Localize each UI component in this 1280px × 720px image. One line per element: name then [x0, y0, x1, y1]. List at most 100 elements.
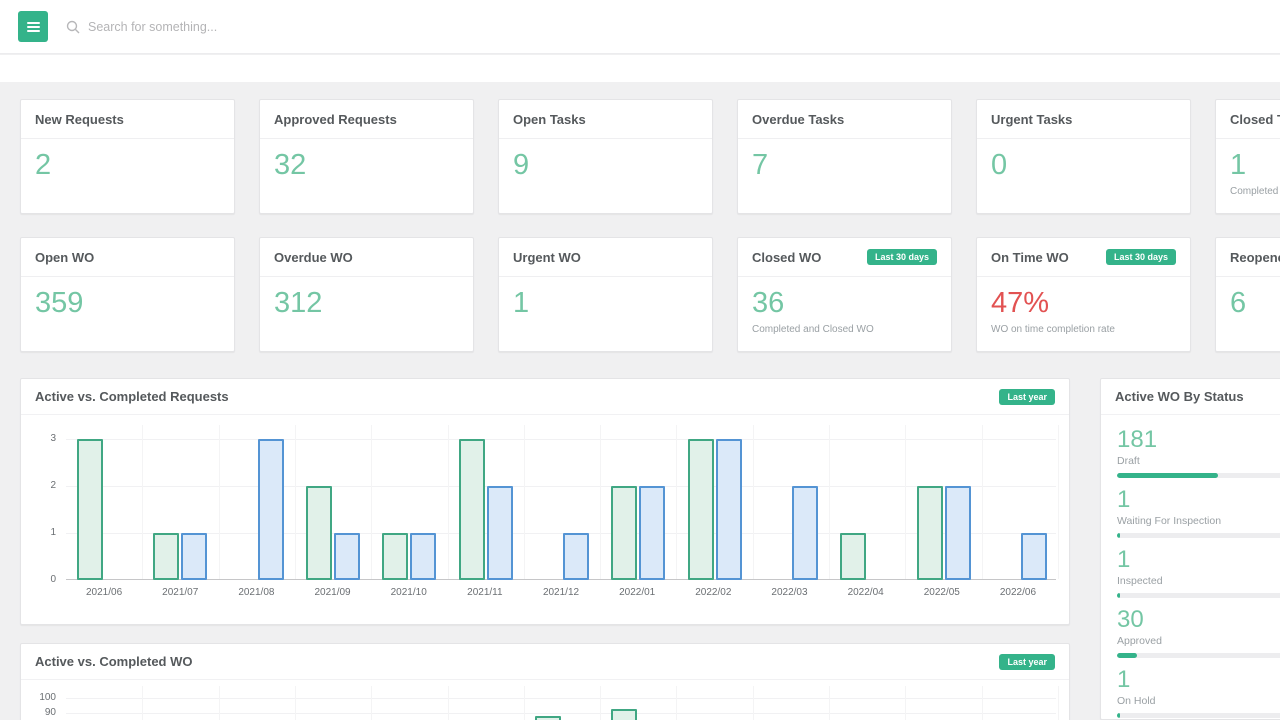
stat-card-header: Approved Requests [260, 100, 473, 139]
gridline-vertical [219, 686, 220, 720]
stat-card-closed-tasks[interactable]: Closed Tasks1Completed and Closed Tasks [1215, 99, 1280, 214]
stat-card-title: Reopened WO [1230, 250, 1280, 265]
status-item-value: 1 [1117, 487, 1280, 513]
stat-card-value: 312 [260, 277, 473, 318]
stat-card-value: 36 [738, 277, 951, 318]
stat-card-header: Urgent WO [499, 238, 712, 277]
chart-bar-green [77, 439, 103, 580]
chart-bar-green [306, 486, 332, 580]
y-axis-tick: 1 [24, 527, 56, 538]
stat-card-title: New Requests [35, 112, 124, 127]
stat-card-header: Open Tasks [499, 100, 712, 139]
menu-button[interactable] [18, 11, 48, 42]
x-axis-label: 2022/03 [751, 587, 827, 598]
chart-bar-blue [945, 486, 971, 580]
status-item-on-hold: 1On Hold [1117, 667, 1280, 720]
stat-card-title: Closed WO [752, 250, 821, 265]
gridline-horizontal [66, 486, 1056, 487]
search-box [66, 20, 1262, 34]
status-item-progress-track [1117, 653, 1280, 658]
x-axis-label: 2021/08 [218, 587, 294, 598]
stat-card-urgent-wo[interactable]: Urgent WO1 [498, 237, 713, 352]
status-item-draft: 181Draft [1117, 427, 1280, 487]
stat-card-header: Overdue Tasks [738, 100, 951, 139]
y-axis-tick: 90 [24, 707, 56, 718]
subbar [0, 55, 1280, 82]
gridline-vertical [1058, 686, 1059, 720]
status-item-value: 181 [1117, 427, 1280, 453]
chart-bar-blue [258, 439, 284, 580]
chart-bar-blue [334, 533, 360, 580]
gridline-vertical [753, 686, 754, 720]
x-axis-label: 2022/05 [904, 587, 980, 598]
stat-card-new-requests[interactable]: New Requests2 [20, 99, 235, 214]
stat-card-header: Urgent Tasks [977, 100, 1190, 139]
y-axis-tick: 100 [24, 692, 56, 703]
requests-chart-badge: Last year [999, 389, 1055, 405]
stat-card-badge: Last 30 days [1106, 249, 1176, 265]
chart-bar-blue [487, 486, 513, 580]
requests-chart-title: Active vs. Completed Requests [35, 389, 229, 404]
chart-bar-blue [1021, 533, 1047, 580]
status-item-label: Inspected [1117, 575, 1280, 587]
gridline-vertical [1058, 425, 1059, 579]
chart-bar-blue [639, 486, 665, 580]
stat-card-subtitle: Completed and Closed WO [738, 318, 951, 335]
x-axis-label: 2021/12 [523, 587, 599, 598]
stat-card-title: Overdue WO [274, 250, 353, 265]
gridline-horizontal [66, 439, 1056, 440]
topbar [0, 0, 1280, 54]
gridline-horizontal [66, 698, 1056, 699]
status-item-label: Approved [1117, 635, 1280, 647]
stat-card-overdue-wo[interactable]: Overdue WO 312 [259, 237, 474, 352]
stat-card-title: Closed Tasks [1230, 112, 1280, 127]
stat-card-badge: Last 30 days [867, 249, 937, 265]
stat-card-urgent-tasks[interactable]: Urgent Tasks0 [976, 99, 1191, 214]
gridline-vertical [295, 425, 296, 579]
gridline-vertical [600, 425, 601, 579]
stat-card-open-wo[interactable]: Open WO359 [20, 237, 235, 352]
gridline-vertical [905, 425, 906, 579]
gridline-vertical [524, 425, 525, 579]
stat-card-header: Reopened WO [1216, 238, 1280, 277]
wo-chart-card: Active vs. Completed WO Last year 100908… [20, 643, 1070, 720]
status-item-progress-fill [1117, 653, 1137, 658]
status-item-progress-fill [1117, 473, 1218, 478]
chart-bar-blue [181, 533, 207, 580]
gridline-vertical [676, 425, 677, 579]
y-axis-tick: 2 [24, 480, 56, 491]
status-item-progress-track [1117, 533, 1280, 538]
stat-card-title: Approved Requests [274, 112, 397, 127]
stat-card-on-time-wo[interactable]: On Time WOLast 30 days47%WO on time comp… [976, 237, 1191, 352]
status-item-progress-fill [1117, 533, 1120, 538]
requests-chart-card: Active vs. Completed Requests Last year … [20, 378, 1070, 625]
gridline-vertical [829, 686, 830, 720]
y-axis-tick: 3 [24, 433, 56, 444]
stat-card-closed-wo[interactable]: Closed WO Last 30 days 36Completed and Clo… [737, 237, 952, 352]
status-item-inspected: 1 Inspected [1117, 547, 1280, 607]
status-item-progress-track [1117, 593, 1280, 598]
requests-chart-xaxis: 2021/062021/072021/082021/092021/102021/… [66, 587, 1056, 598]
gridline-horizontal [66, 533, 1056, 534]
stat-card-value: 32 [260, 139, 473, 180]
stat-card-header: New Requests [21, 100, 234, 139]
stat-card-value: 1 [1216, 139, 1280, 180]
stat-card-open-tasks[interactable]: Open Tasks9 [498, 99, 713, 214]
gridline-horizontal [66, 713, 1056, 714]
stat-card-title: Open WO [35, 250, 94, 265]
stat-card-approved-requests[interactable]: Approved Requests 32 [259, 99, 474, 214]
chart-bar-green [459, 439, 485, 580]
x-axis-label: 2021/09 [294, 587, 370, 598]
x-axis-label: 2022/01 [599, 587, 675, 598]
stats-row-tasks: New Requests2 Approved Requests 32 Open Tas… [20, 99, 1280, 214]
x-axis-label: 2021/06 [66, 587, 142, 598]
stat-card-reopened-wo[interactable]: Reopened WO6 [1215, 237, 1280, 352]
search-input[interactable] [88, 20, 508, 34]
stat-card-title: Open Tasks [513, 112, 586, 127]
stat-card-overdue-tasks[interactable]: Overdue Tasks7 [737, 99, 952, 214]
status-item-value: 1 [1117, 547, 1280, 573]
status-item-progress-track [1117, 473, 1280, 478]
wo-chart-header: Active vs. Completed WO Last year [21, 644, 1069, 680]
x-axis-label: 2022/02 [675, 587, 751, 598]
gridline-vertical [524, 686, 525, 720]
